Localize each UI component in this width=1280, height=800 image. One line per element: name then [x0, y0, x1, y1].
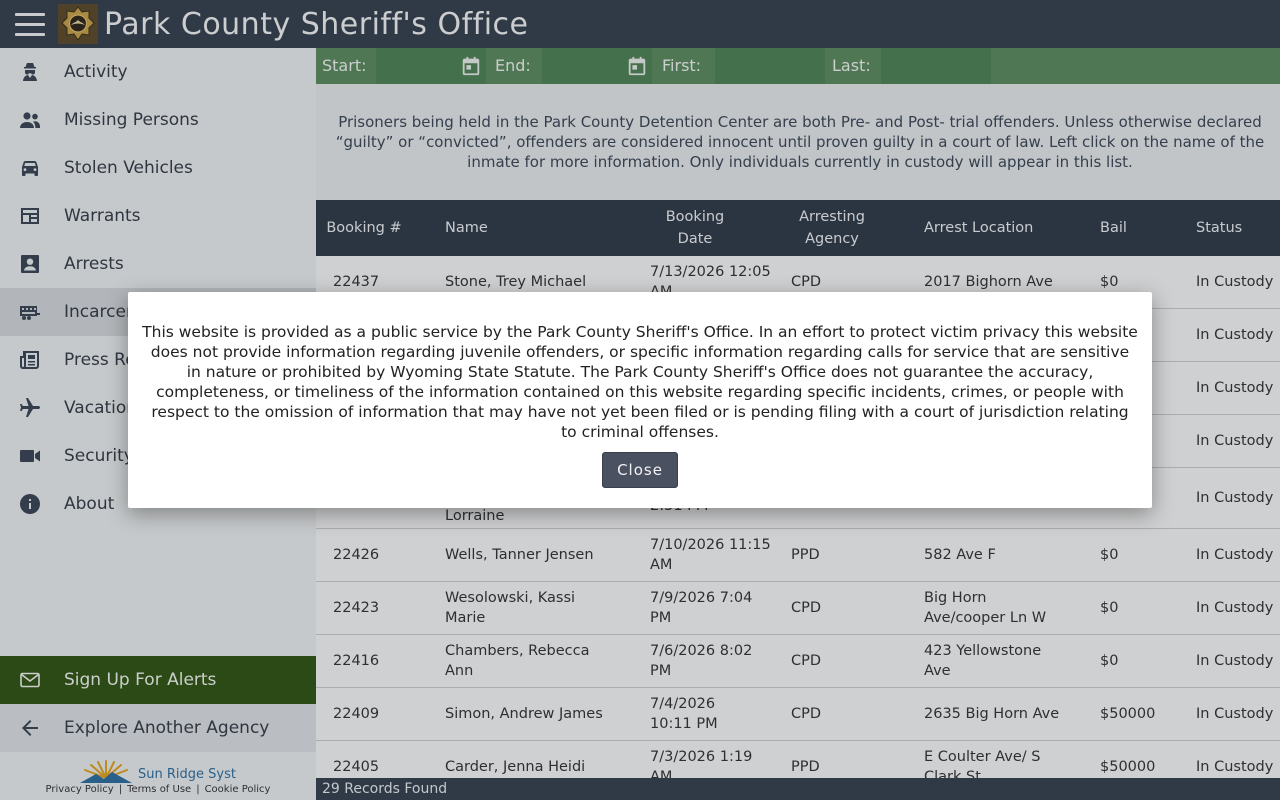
close-button[interactable]: Close: [602, 452, 678, 488]
modal-overlay[interactable]: This website is provided as a public ser…: [0, 0, 1280, 800]
disclaimer-text: This website is provided as a public ser…: [142, 323, 1138, 441]
disclaimer-dialog: This website is provided as a public ser…: [128, 292, 1152, 508]
